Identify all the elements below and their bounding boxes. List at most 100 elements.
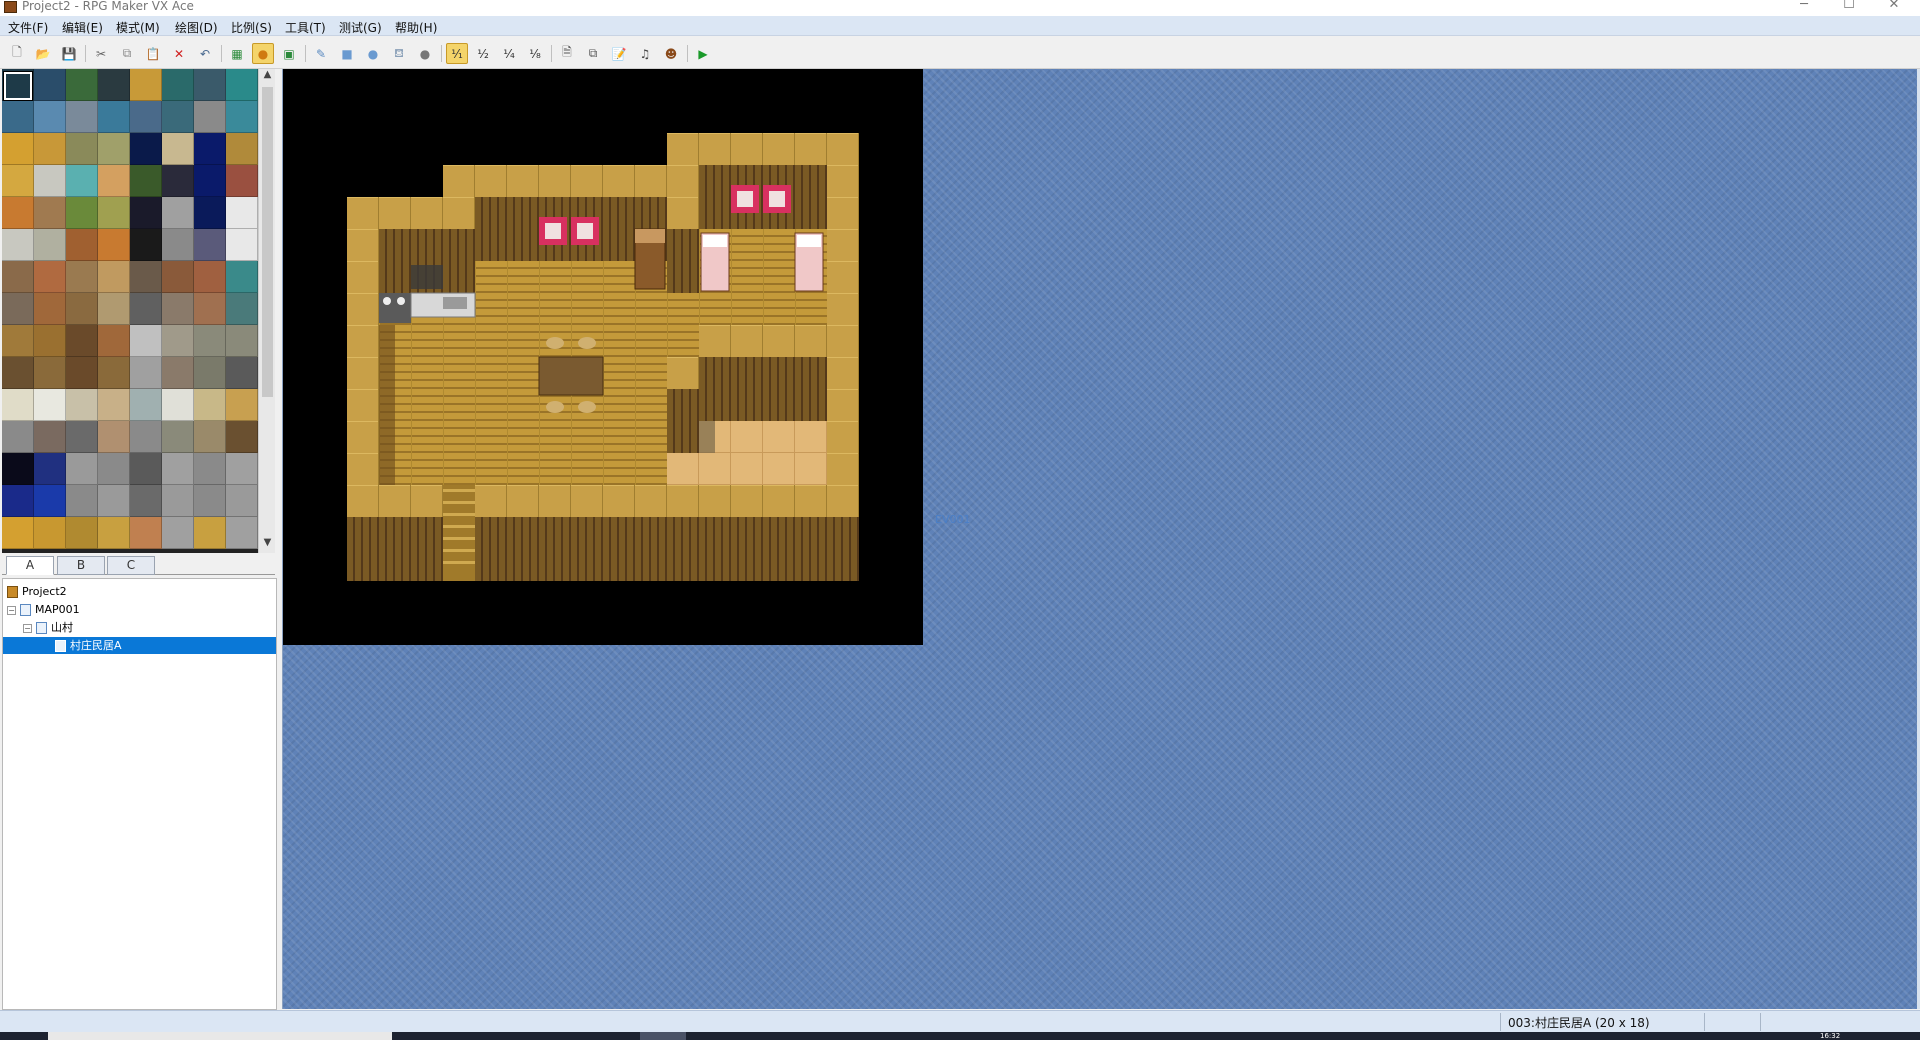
scale-1-8-icon[interactable]: ¹⁄₈ (524, 43, 546, 64)
palette-tile[interactable] (194, 517, 226, 549)
palette-tile[interactable] (66, 517, 98, 549)
palette-tile[interactable] (98, 101, 130, 133)
open-project-icon[interactable]: 📂 (32, 43, 54, 64)
collapse-icon[interactable]: − (23, 623, 32, 633)
palette-tile[interactable] (162, 101, 194, 133)
cut-icon[interactable]: ✂ (90, 43, 112, 64)
palette-tile[interactable] (2, 421, 34, 453)
palette-tile[interactable] (34, 485, 66, 517)
resource-manager-icon[interactable]: ⧉ (582, 43, 604, 64)
palette-tile[interactable] (98, 325, 130, 357)
taskbar-app-button[interactable] (640, 1032, 686, 1040)
palette-tile[interactable] (34, 357, 66, 389)
event-marker-label[interactable]: EV001 (935, 513, 970, 526)
palette-tile[interactable] (130, 165, 162, 197)
database-icon[interactable]: 🗎 (556, 43, 578, 64)
palette-tile[interactable] (162, 229, 194, 261)
palette-tile[interactable] (130, 133, 162, 165)
palette-tile[interactable] (34, 261, 66, 293)
palette-tile[interactable] (130, 453, 162, 485)
taskbar-search-box[interactable] (48, 1032, 392, 1040)
palette-tile[interactable] (98, 133, 130, 165)
playtest-icon[interactable]: ▶ (692, 43, 714, 64)
palette-tile[interactable] (162, 325, 194, 357)
tab-a[interactable]: A (6, 556, 54, 575)
palette-tile[interactable] (66, 325, 98, 357)
palette-tile[interactable] (226, 325, 258, 357)
collapse-icon[interactable]: − (7, 605, 16, 615)
palette-tile[interactable] (162, 133, 194, 165)
palette-tile[interactable] (130, 261, 162, 293)
palette-tile[interactable] (66, 261, 98, 293)
palette-tile[interactable] (2, 485, 34, 517)
palette-tile[interactable] (162, 293, 194, 325)
palette-tile[interactable] (2, 101, 34, 133)
event-mode-icon[interactable]: ● (252, 43, 274, 64)
palette-tile[interactable] (130, 325, 162, 357)
palette-tile[interactable] (34, 101, 66, 133)
palette-tile[interactable] (226, 293, 258, 325)
palette-tile[interactable] (66, 293, 98, 325)
palette-tile[interactable] (2, 453, 34, 485)
palette-tile[interactable] (130, 101, 162, 133)
palette-tile[interactable] (194, 165, 226, 197)
palette-tile[interactable] (2, 133, 34, 165)
character-generator-icon[interactable]: ☻ (660, 43, 682, 64)
palette-tile[interactable] (226, 421, 258, 453)
palette-tile[interactable] (130, 293, 162, 325)
tree-item-mountain-village[interactable]: − 山村 (23, 619, 272, 636)
palette-tile[interactable] (226, 165, 258, 197)
new-project-icon[interactable]: 🗋 (6, 43, 28, 64)
menu-draw[interactable]: 绘图(D) (175, 19, 218, 36)
palette-tile[interactable] (162, 165, 194, 197)
palette-tile[interactable] (194, 421, 226, 453)
palette-tile[interactable] (162, 453, 194, 485)
scale-1-4-icon[interactable]: ¹⁄₄ (498, 43, 520, 64)
paste-icon[interactable]: 📋 (142, 43, 164, 64)
palette-tile[interactable] (194, 69, 226, 101)
palette-tile[interactable] (226, 229, 258, 261)
menu-file[interactable]: 文件(F) (8, 19, 48, 36)
palette-tile[interactable] (162, 389, 194, 421)
undo-icon[interactable]: ↶ (194, 43, 216, 64)
close-button[interactable]: ✕ (1874, 0, 1914, 13)
palette-tile[interactable] (162, 517, 194, 549)
script-editor-icon[interactable]: 📝 (608, 43, 630, 64)
palette-tile[interactable] (226, 197, 258, 229)
palette-tile[interactable] (194, 389, 226, 421)
menu-scale[interactable]: 比例(S) (231, 19, 272, 36)
palette-tile[interactable] (194, 197, 226, 229)
palette-tile[interactable] (2, 517, 34, 549)
menu-edit[interactable]: 编辑(E) (62, 19, 103, 36)
copy-icon[interactable]: ⧉ (116, 43, 138, 64)
palette-tile[interactable] (34, 69, 66, 101)
palette-tile[interactable] (130, 389, 162, 421)
palette-tile[interactable] (194, 261, 226, 293)
region-mode-icon[interactable]: ▣ (278, 43, 300, 64)
palette-tile[interactable] (226, 133, 258, 165)
palette-tile[interactable] (162, 197, 194, 229)
palette-tile[interactable] (130, 421, 162, 453)
palette-tile[interactable] (226, 69, 258, 101)
palette-tile[interactable] (226, 357, 258, 389)
palette-tile[interactable] (162, 261, 194, 293)
palette-tile[interactable] (98, 293, 130, 325)
palette-tile[interactable] (66, 101, 98, 133)
palette-tile[interactable] (66, 133, 98, 165)
palette-tile[interactable] (130, 517, 162, 549)
palette-tile[interactable] (130, 357, 162, 389)
menu-tools[interactable]: 工具(T) (285, 19, 326, 36)
delete-icon[interactable]: ✕ (168, 43, 190, 64)
palette-tile[interactable] (194, 229, 226, 261)
tab-b[interactable]: B (57, 556, 105, 575)
shadow-pen-icon[interactable]: ● (414, 43, 436, 64)
sound-test-icon[interactable]: ♫ (634, 43, 656, 64)
palette-tile[interactable] (34, 517, 66, 549)
palette-tile[interactable] (34, 197, 66, 229)
menu-mode[interactable]: 模式(M) (116, 19, 160, 36)
palette-tile[interactable] (34, 389, 66, 421)
map-mode-icon[interactable]: ▦ (226, 43, 248, 64)
tileset-palette[interactable] (2, 69, 258, 553)
palette-tile[interactable] (66, 389, 98, 421)
palette-tile[interactable] (2, 197, 34, 229)
